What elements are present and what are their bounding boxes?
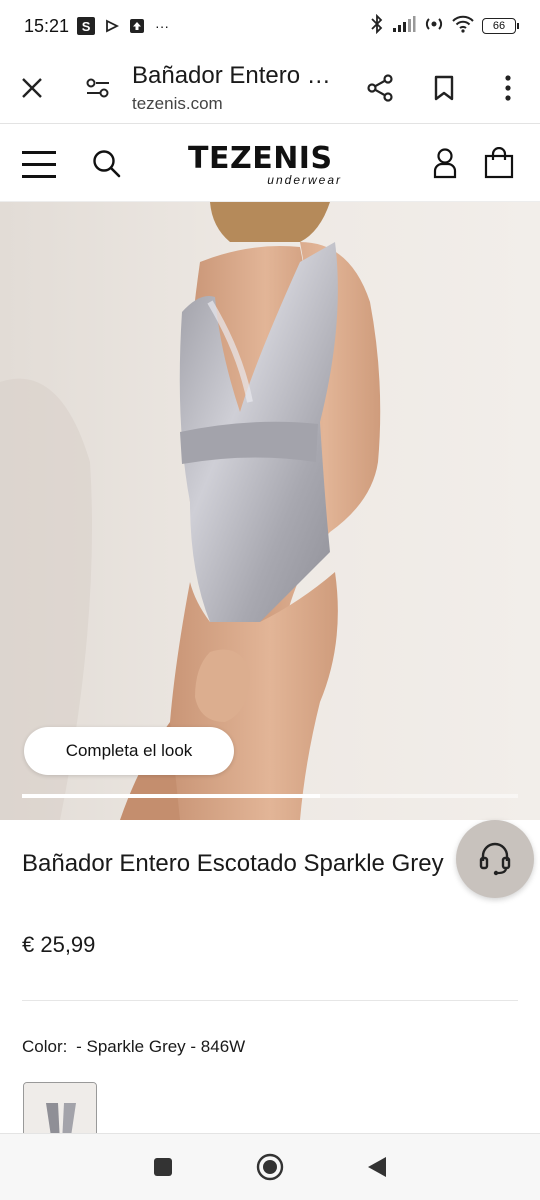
battery-icon: 66	[482, 18, 519, 34]
system-navigation-bar	[0, 1133, 540, 1200]
wifi-icon	[452, 15, 474, 38]
shopping-bag-icon[interactable]	[484, 146, 514, 184]
color-value: - Sparkle Grey - 846W	[76, 1037, 246, 1056]
site-header: TEZENIS underwear	[0, 125, 540, 202]
close-icon	[22, 77, 42, 98]
bluetooth-icon	[370, 13, 384, 39]
recent-apps-button[interactable]	[138, 1142, 188, 1192]
back-button[interactable]	[352, 1142, 402, 1192]
page-title: Bañador Entero …	[132, 61, 331, 89]
site-logo[interactable]: TEZENIS underwear	[188, 141, 348, 188]
close-tab-button[interactable]	[0, 52, 64, 124]
share-icon	[367, 73, 393, 102]
upload-icon	[129, 18, 145, 34]
more-notifications-icon: ···	[155, 18, 170, 34]
complete-look-button[interactable]: Completa el look	[24, 727, 234, 775]
signal-icon	[392, 15, 416, 38]
triangle-back-icon	[367, 1157, 386, 1177]
customer-support-button[interactable]	[456, 820, 534, 898]
play-icon	[105, 19, 120, 33]
carousel-progress-fill	[22, 794, 320, 798]
browser-toolbar: Bañador Entero … tezenis.com	[0, 52, 540, 124]
share-button[interactable]	[348, 52, 412, 124]
status-time: 15:21	[24, 15, 70, 36]
headset-icon	[479, 842, 511, 876]
circle-icon	[256, 1153, 284, 1181]
page-settings-button[interactable]	[64, 52, 132, 124]
logo-wordmark: TEZENIS	[188, 141, 333, 176]
page-url: tezenis.com	[132, 93, 223, 113]
product-image-carousel[interactable]: Completa el look	[0, 202, 540, 820]
bookmark-icon	[434, 75, 454, 100]
hotspot-icon	[424, 15, 444, 38]
color-info: Color: - Sparkle Grey - 846W	[22, 1037, 245, 1057]
carousel-progress	[22, 794, 518, 798]
bookmark-button[interactable]	[412, 52, 476, 124]
product-price: € 25,99	[22, 932, 96, 957]
more-menu-button[interactable]	[476, 52, 540, 124]
more-vert-icon	[505, 74, 511, 101]
hamburger-menu-icon[interactable]	[22, 151, 56, 178]
color-label: Color:	[22, 1037, 68, 1056]
logo-subtitle: underwear	[267, 173, 342, 187]
section-divider	[22, 1000, 518, 1001]
product-title: Bañador Entero Escotado Sparkle Grey	[22, 850, 444, 877]
user-icon[interactable]	[432, 147, 458, 184]
search-icon[interactable]	[92, 149, 122, 184]
page-settings-icon	[86, 78, 109, 97]
square-icon	[154, 1158, 173, 1176]
home-button[interactable]	[245, 1142, 295, 1192]
s-app-icon: S	[77, 17, 96, 35]
status-bar: 15:21 S ··· 66	[0, 0, 540, 52]
address-area[interactable]: Bañador Entero … tezenis.com	[132, 62, 348, 114]
